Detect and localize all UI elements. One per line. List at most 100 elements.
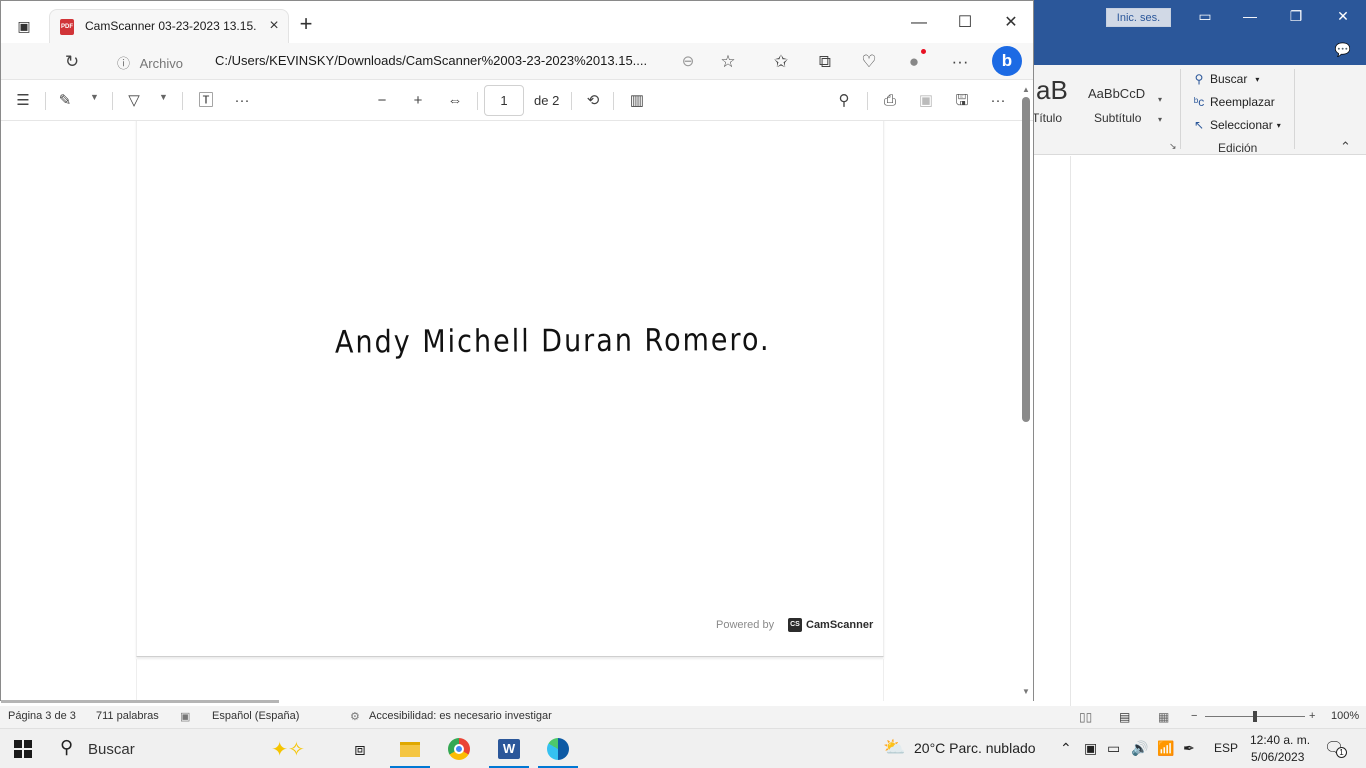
meet-now-icon[interactable]: ▣ — [1084, 740, 1097, 757]
zoom-level[interactable]: 100% — [1331, 710, 1359, 722]
more-tools-icon[interactable]: ··· — [230, 89, 254, 113]
url-field[interactable]: C:/Users/KEVINSKY/Downloads/CamScanner%2… — [215, 53, 665, 68]
zoom-out-pdf-icon[interactable]: − — [370, 89, 394, 113]
highlight-options-chevron-icon[interactable]: ▼ — [90, 92, 99, 102]
vertical-scrollbar[interactable] — [1022, 97, 1030, 422]
horizontal-scrollbar[interactable] — [1, 700, 279, 703]
draw-icon[interactable]: ▽ — [122, 89, 146, 113]
styles-more-icon[interactable]: ▾ — [1158, 115, 1162, 124]
file-explorer-icon[interactable] — [386, 729, 434, 768]
zoom-slider-thumb[interactable] — [1253, 711, 1257, 722]
ribbon-divider — [1180, 69, 1181, 149]
toolbar-divider — [571, 92, 572, 110]
highlight-icon[interactable]: ✎ — [53, 89, 77, 113]
rotate-icon[interactable]: ⟲ — [581, 89, 605, 113]
address-bar: ↻ ⓘ Archivo C:/Users/KEVINSKY/Downloads/… — [1, 43, 1033, 80]
sign-in-button[interactable]: Inic. ses. — [1106, 8, 1171, 27]
new-tab-button[interactable]: + — [294, 13, 318, 37]
print-layout-icon[interactable]: ▤ — [1119, 710, 1130, 724]
replace-icon: ᵇc — [1193, 95, 1205, 109]
zoom-in-icon[interactable]: + — [1309, 710, 1315, 722]
ribbon-divider — [1294, 69, 1295, 149]
toolbar-divider — [45, 92, 46, 110]
more-options-icon[interactable]: ··· — [947, 50, 973, 74]
notification-dot — [921, 49, 926, 54]
taskbar-search-box[interactable]: Buscar — [88, 741, 135, 758]
pen-icon[interactable]: ✒ — [1183, 740, 1195, 757]
close-tab-icon[interactable]: × — [264, 16, 284, 36]
fit-to-width-icon[interactable]: ⇔ — [443, 89, 467, 113]
tab-pdf[interactable]: PDF CamScanner 03-23-2023 13.15.p × — [49, 9, 289, 43]
zoom-out-icon[interactable]: ⊖ — [675, 50, 701, 74]
word-status-bar: Página 3 de 3 711 palabras ▣ Español (Es… — [0, 706, 1366, 728]
zoom-in-pdf-icon[interactable]: + — [406, 89, 430, 113]
page-view-icon[interactable]: ▥ — [625, 89, 649, 113]
search-icon[interactable]: ⚲ — [60, 737, 73, 758]
performance-icon[interactable]: ♡ — [856, 50, 882, 74]
style-subtitle-sample[interactable]: AaBbCcD — [1088, 86, 1160, 101]
clock-time[interactable]: 12:40 a. m. — [1250, 733, 1310, 747]
chrome-icon[interactable] — [435, 729, 483, 768]
styles-dialog-launcher-icon[interactable]: ↘ — [1169, 141, 1177, 152]
draw-options-chevron-icon[interactable]: ▼ — [159, 92, 168, 102]
proofing-icon[interactable]: ▣ — [180, 710, 190, 723]
style-heading-sample[interactable]: aB — [1036, 75, 1068, 106]
styles-scroll-down-icon[interactable]: ▾ — [1158, 95, 1162, 104]
scroll-up-icon[interactable]: ▲ — [1022, 85, 1030, 94]
windows-start-icon[interactable] — [14, 740, 32, 758]
accessibility-status[interactable]: Accesibilidad: es necesario investigar — [369, 710, 552, 722]
minimize-button[interactable]: — — [905, 11, 933, 35]
powered-by-label: Powered by — [716, 619, 775, 631]
bing-chat-icon[interactable]: b — [992, 46, 1022, 76]
more-pdf-options-icon[interactable]: ··· — [986, 89, 1010, 113]
find-button[interactable]: ⚲ Buscar ▾ — [1192, 69, 1260, 89]
contents-icon[interactable]: ☰ — [11, 89, 35, 113]
edge-window: ▣ PDF CamScanner 03-23-2023 13.15.p × + … — [0, 0, 1034, 703]
clock-date[interactable]: 5/06/2023 — [1251, 750, 1304, 764]
web-layout-icon[interactable]: ▦ — [1158, 710, 1169, 724]
favorites-icon[interactable]: ✩ — [768, 50, 794, 74]
save-as-icon[interactable]: 🖫 — [950, 89, 974, 113]
style-subtitle-label[interactable]: Subtítulo — [1094, 111, 1141, 125]
site-info-button[interactable]: ⓘ Archivo — [117, 53, 183, 72]
comments-icon[interactable]: 💬 — [1331, 40, 1355, 60]
wifi-icon[interactable]: 📶 — [1157, 740, 1174, 757]
edge-icon[interactable] — [534, 729, 582, 768]
weather-text[interactable]: 20°C Parc. nublado — [914, 740, 1036, 756]
weather-icon[interactable]: ⛅ — [883, 737, 905, 758]
word-close-button[interactable]: ✕ — [1331, 6, 1355, 26]
search-highlight-icon[interactable]: ✦✧ — [264, 729, 312, 768]
word-minimize-button[interactable]: — — [1238, 6, 1262, 26]
camscanner-logo-icon: CS — [788, 618, 802, 632]
close-window-button[interactable]: ✕ — [997, 11, 1025, 35]
favorite-star-icon[interactable]: ☆ — [715, 50, 741, 74]
collapse-ribbon-icon[interactable]: ⌃ — [1340, 139, 1351, 155]
read-mode-icon[interactable]: ▯▯ — [1079, 710, 1092, 724]
collections-icon[interactable]: ⧉ — [812, 50, 838, 74]
page-number-input[interactable]: 1 — [484, 85, 524, 116]
text-box-icon[interactable]: 🅃 — [194, 89, 218, 113]
replace-button[interactable]: ᵇc Reemplazar — [1192, 92, 1275, 112]
style-heading-label[interactable]: Título — [1032, 111, 1062, 125]
page-count[interactable]: Página 3 de 3 — [8, 710, 76, 722]
search-pdf-icon[interactable]: ⚲ — [832, 89, 856, 113]
select-button[interactable]: ↖ Seleccionar ▾ — [1192, 115, 1281, 135]
scroll-down-icon[interactable]: ▼ — [1022, 687, 1030, 696]
task-view-icon[interactable]: ⧈ — [336, 729, 384, 768]
print-icon[interactable]: ⎙ — [878, 89, 902, 113]
word-document-area[interactable] — [1034, 156, 1366, 706]
battery-icon[interactable]: ▭ — [1107, 740, 1120, 757]
ribbon-display-icon[interactable]: ▭ — [1193, 6, 1217, 26]
pdf-viewer[interactable]: Andy Michell Duran Romero. Powered by CS… — [1, 121, 1033, 701]
word-restore-button[interactable]: ❐ — [1284, 6, 1308, 26]
word-icon[interactable]: W — [485, 729, 533, 768]
word-count[interactable]: 711 palabras — [96, 710, 159, 722]
zoom-out-icon[interactable]: − — [1191, 710, 1197, 722]
tab-actions-icon[interactable]: ▣ — [11, 13, 37, 39]
volume-icon[interactable]: 🔊 — [1131, 740, 1148, 757]
refresh-icon[interactable]: ↻ — [59, 50, 85, 74]
input-language[interactable]: ESP — [1214, 741, 1238, 755]
language-status[interactable]: Español (España) — [212, 710, 299, 722]
maximize-button[interactable]: ☐ — [951, 11, 979, 35]
show-hidden-icons-chevron-icon[interactable]: ⌃ — [1060, 740, 1072, 757]
